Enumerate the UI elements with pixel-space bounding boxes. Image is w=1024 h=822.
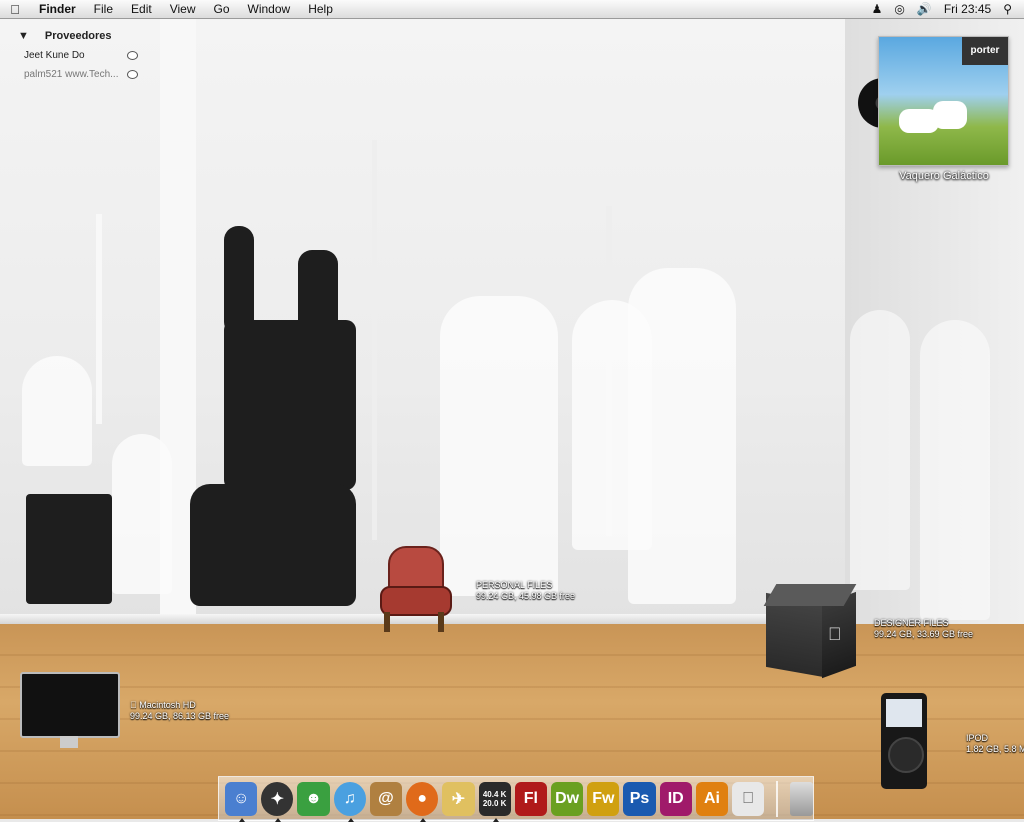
- menu-window[interactable]: Window: [239, 0, 300, 18]
- wall-silhouette: [440, 296, 558, 596]
- status-bubble-icon[interactable]: [127, 70, 138, 79]
- wall-silhouette: [22, 356, 92, 466]
- dock-dreamweaver-icon[interactable]: Dw: [550, 781, 584, 816]
- wall-silhouette: [628, 268, 736, 604]
- wall-silhouette: [920, 320, 990, 620]
- macintosh-hd-imac-icon[interactable]: [20, 672, 120, 750]
- disk-name:  Macintosh HD: [130, 700, 196, 710]
- wall-silhouette: [112, 434, 172, 594]
- dock-separator: [776, 780, 779, 817]
- airport-icon[interactable]: ◎: [894, 0, 904, 18]
- dock-photoshop-icon[interactable]: Ps: [623, 781, 656, 816]
- ipod-screen: [886, 699, 922, 727]
- disk-info: 99.24 GB, 33.69 GB free: [874, 629, 974, 639]
- dock-address-book-icon[interactable]: @: [369, 781, 403, 816]
- disk-name: IPOD: [966, 733, 989, 743]
- wall-figure-torso: [190, 484, 356, 606]
- chair-leg: [438, 612, 444, 632]
- ipod-click-wheel: [888, 737, 924, 773]
- dock-finder-icon[interactable]: ☺: [225, 781, 258, 822]
- disk-info: 99.24 GB, 86.13 GB free: [130, 711, 230, 721]
- menu-extras: ♟ ◎ 🔊 Fri 23:45 ⚲: [872, 0, 1024, 18]
- apple-menu-icon[interactable]: : [0, 2, 30, 17]
- volume-icon[interactable]: 🔊: [917, 0, 932, 18]
- net-up: 40.4 K: [482, 789, 507, 799]
- dock-firefox-icon[interactable]: ●: [406, 781, 439, 822]
- menu-bar:  Finder File Edit View Go Window Help ♟…: [0, 0, 1024, 19]
- wall-silhouette: [850, 310, 910, 590]
- menu-help[interactable]: Help: [299, 0, 342, 18]
- dock-flash-icon[interactable]: Fl: [514, 781, 547, 816]
- wall-figure-body: [224, 320, 356, 490]
- provider-label: palm521 www.Tech...: [24, 69, 119, 80]
- chair-leg: [384, 612, 390, 632]
- ipod-icon[interactable]: [881, 693, 927, 789]
- net-down: 20.0 K: [482, 798, 507, 808]
- dock-network-monitor-icon[interactable]: 40.4 K 20.0 K: [478, 781, 511, 822]
- provider-label: Jeet Kune Do: [24, 50, 85, 61]
- now-playing-widget[interactable]: porter Vaquero Galáctico: [858, 36, 1009, 186]
- spotlight-icon[interactable]: ⚲: [1003, 0, 1012, 18]
- disclosure-triangle-icon[interactable]: ▼: [18, 30, 29, 42]
- provider-row[interactable]: Jeet Kune Do: [18, 50, 138, 61]
- disk-info: 99.24 GB, 45.98 GB free: [476, 591, 576, 601]
- designer-files-box-icon[interactable]: : [763, 584, 857, 679]
- menu-go[interactable]: Go: [205, 0, 239, 18]
- personal-files-label[interactable]: PERSONAL FILES 99.24 GB, 45.98 GB free: [476, 580, 575, 602]
- designer-files-label[interactable]: DESIGNER FILES 99.24 GB, 33.69 GB free: [874, 618, 973, 640]
- imac-stand: [60, 736, 78, 748]
- menu-clock[interactable]: Fri 23:45: [944, 0, 991, 18]
- providers-title: Proveedores: [44, 30, 112, 42]
- dock-itunes-icon[interactable]: ♫: [333, 781, 366, 822]
- personal-files-chair-icon[interactable]: [380, 546, 452, 632]
- apple-logo-icon: : [828, 624, 842, 645]
- dock-indesign-icon[interactable]: ID: [659, 781, 692, 816]
- album-cover[interactable]: porter: [878, 36, 1009, 166]
- disk-name: DESIGNER FILES: [874, 618, 949, 628]
- chat-bubble-icon[interactable]: [127, 51, 138, 60]
- street-pole: [96, 214, 102, 424]
- apple-logo-icon: : [130, 700, 139, 710]
- providers-header[interactable]: ▼ Proveedores: [18, 30, 138, 42]
- user-icon[interactable]: ♟: [872, 0, 883, 18]
- dock-illustrator-icon[interactable]: Ai: [695, 781, 729, 816]
- menu-view[interactable]: View: [161, 0, 205, 18]
- street-pole: [372, 140, 377, 540]
- disk-info: 1.82 GB, 5.8 M: [966, 744, 1024, 754]
- app-menu-finder[interactable]: Finder: [30, 0, 85, 18]
- horse-icon: [933, 101, 967, 129]
- dock-adium-icon[interactable]: ☻: [297, 781, 330, 816]
- provider-row[interactable]: palm521 www.Tech...: [18, 69, 138, 80]
- disk-name: PERSONAL FILES: [476, 580, 553, 590]
- album-band: porter: [962, 37, 1008, 65]
- dock-trash-icon[interactable]: [790, 781, 813, 816]
- album-title: Vaquero Galáctico: [899, 170, 989, 182]
- wall-suitcase: [26, 494, 112, 604]
- menu-edit[interactable]: Edit: [122, 0, 161, 18]
- menu-file[interactable]: File: [85, 0, 122, 18]
- dock-transmit-icon[interactable]: ✈: [442, 781, 475, 816]
- providers-widget: ▼ Proveedores Jeet Kune Do palm521 www.T…: [18, 30, 138, 80]
- imac-screen: [20, 672, 120, 738]
- dock-fireworks-icon[interactable]: Fw: [587, 781, 620, 816]
- macintosh-hd-label[interactable]:  Macintosh HD 99.24 GB, 86.13 GB free: [130, 700, 229, 722]
- dock-system-prefs-icon[interactable]: : [732, 781, 765, 816]
- dock: ☺ ✦ ☻ ♫ @ ● ✈ 40.4 K 20.0 K Fl Dw Fw Ps …: [218, 776, 814, 822]
- dock-dashboard-icon[interactable]: ✦: [261, 781, 294, 822]
- ipod-label[interactable]: IPOD 1.82 GB, 5.8 M: [966, 733, 1024, 755]
- box-top: [763, 584, 857, 606]
